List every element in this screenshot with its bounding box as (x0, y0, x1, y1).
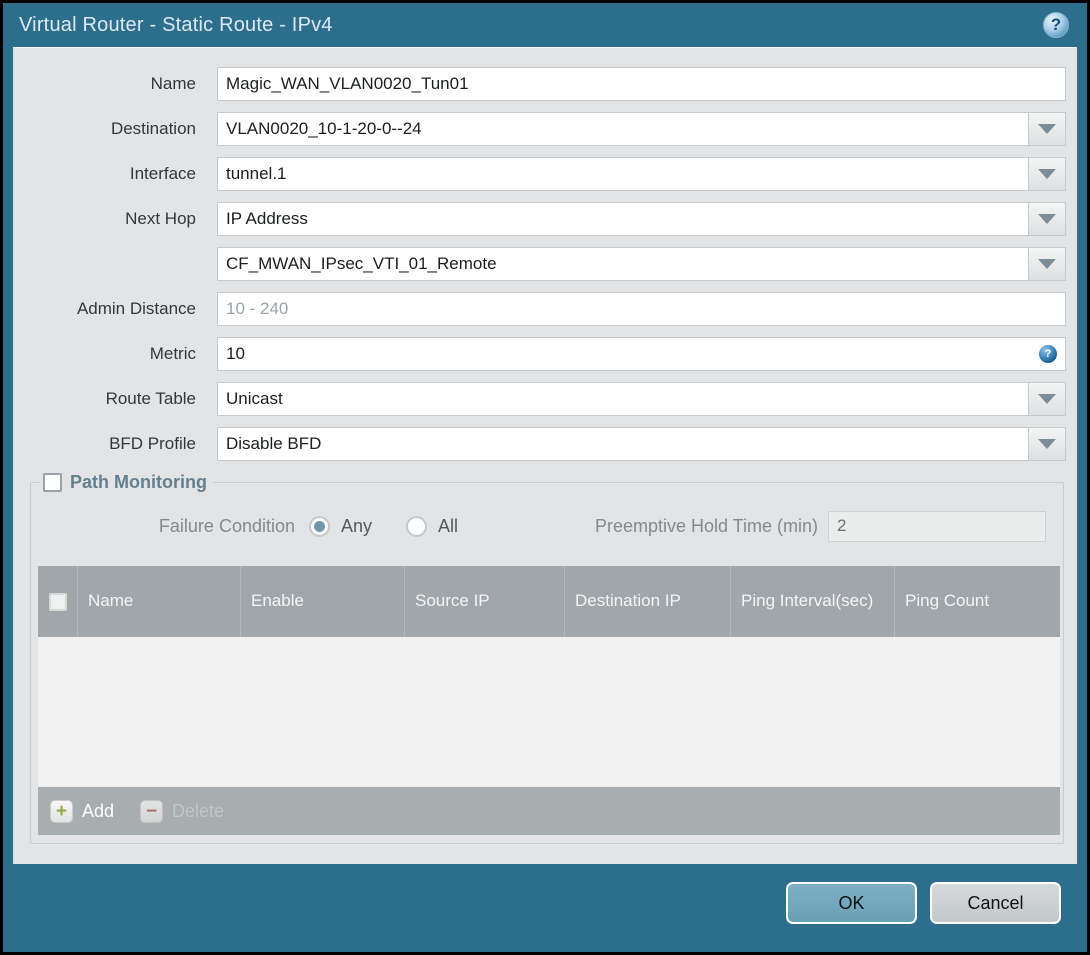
form-row-metric: Metric ? (13, 337, 1066, 371)
column-header-destination-ip: Destination IP (565, 566, 731, 637)
radio-any-label: Any (341, 515, 373, 536)
dialog-content: Name Destination VLAN0020_10-1-20-0--24 … (13, 47, 1077, 864)
chevron-down-icon (1038, 124, 1056, 134)
metric-help-icon: ? (1039, 345, 1057, 363)
next-hop-label: Next Hop (125, 209, 196, 228)
next-hop-address-value: CF_MWAN_IPsec_VTI_01_Remote (218, 248, 1028, 280)
form-row-route-table: Route Table Unicast (13, 382, 1066, 416)
delete-minus-icon: − (140, 799, 164, 823)
next-hop-value: IP Address (218, 203, 1028, 235)
interface-value: tunnel.1 (218, 158, 1028, 190)
name-label: Name (150, 74, 196, 93)
path-monitoring-table: Name Enable Source IP Destination IP Pin… (38, 566, 1060, 835)
route-table-dropdown[interactable]: Unicast (217, 382, 1066, 416)
delete-button[interactable]: − Delete (140, 799, 225, 823)
next-hop-dropdown[interactable]: IP Address (217, 202, 1066, 236)
name-input[interactable] (218, 68, 1065, 100)
select-all-checkbox[interactable] (48, 592, 67, 611)
interface-label: Interface (129, 164, 196, 183)
interface-dropdown-button[interactable] (1028, 158, 1065, 190)
form-row-next-hop: Next Hop IP Address (13, 202, 1066, 236)
metric-label: Metric (149, 344, 196, 363)
column-header-ping-interval: Ping Interval(sec) (731, 566, 895, 637)
failure-condition-row: Failure Condition Any All Preemptive Hol… (34, 509, 1060, 543)
preemptive-hold-label: Preemptive Hold Time (min) (594, 515, 818, 536)
preemptive-hold-input[interactable] (828, 510, 1046, 542)
admin-distance-label: Admin Distance (76, 299, 196, 318)
form-row-admin-distance: Admin Distance (13, 292, 1066, 326)
form-row-destination: Destination VLAN0020_10-1-20-0--24 (13, 112, 1066, 146)
radio-all-icon[interactable] (406, 515, 428, 537)
chevron-down-icon (1038, 169, 1056, 179)
chevron-down-icon (1038, 394, 1056, 404)
chevron-down-icon (1038, 259, 1056, 269)
column-header-name: Name (78, 566, 241, 637)
static-route-dialog: Virtual Router - Static Route - IPv4 ? N… (3, 3, 1087, 952)
bfd-profile-label: BFD Profile (109, 434, 196, 453)
form-row-name: Name (13, 67, 1066, 101)
add-button[interactable]: + Add (50, 799, 115, 823)
next-hop-address-dropdown[interactable]: CF_MWAN_IPsec_VTI_01_Remote (217, 247, 1066, 281)
select-all-header-cell (38, 566, 78, 637)
dialog-title: Virtual Router - Static Route - IPv4 (19, 13, 333, 36)
radio-option-any[interactable]: Any (309, 515, 373, 537)
path-monitoring-section: Path Monitoring Failure Condition Any Al… (30, 472, 1064, 844)
next-hop-dropdown-button[interactable] (1028, 203, 1065, 235)
delete-button-label: Delete (172, 800, 225, 821)
metric-field-wrap: ? (217, 337, 1066, 371)
interface-dropdown[interactable]: tunnel.1 (217, 157, 1066, 191)
ok-button[interactable]: OK (786, 882, 917, 924)
admin-distance-field-wrap (217, 292, 1066, 326)
radio-any-icon[interactable] (309, 515, 330, 537)
chevron-down-icon (1038, 214, 1056, 224)
destination-dropdown[interactable]: VLAN0020_10-1-20-0--24 (217, 112, 1066, 146)
table-header-row: Name Enable Source IP Destination IP Pin… (38, 566, 1060, 637)
dialog-footer: OK Cancel (3, 864, 1087, 952)
help-icon[interactable]: ? (1043, 12, 1069, 38)
admin-distance-input[interactable] (218, 293, 1065, 325)
next-hop-address-dropdown-button[interactable] (1028, 248, 1065, 280)
table-body-empty (38, 637, 1060, 787)
form-row-interface: Interface tunnel.1 (13, 157, 1066, 191)
path-monitoring-checkbox[interactable] (43, 473, 62, 492)
failure-condition-label: Failure Condition (158, 515, 295, 536)
title-bar: Virtual Router - Static Route - IPv4 ? (3, 3, 1087, 47)
column-header-ping-count: Ping Count (905, 591, 990, 611)
add-plus-icon: + (50, 799, 73, 823)
column-header-enable: Enable (241, 566, 405, 637)
radio-all-label: All (438, 515, 459, 536)
preemptive-hold-group: Preemptive Hold Time (min) (594, 510, 1046, 542)
route-table-dropdown-button[interactable] (1028, 383, 1065, 415)
table-footer-bar: + Add − Delete (38, 787, 1060, 835)
form-row-bfd-profile: BFD Profile Disable BFD (13, 427, 1066, 461)
route-table-label: Route Table (105, 389, 196, 408)
name-field-wrap (217, 67, 1066, 101)
failure-condition-radio-group: Any All (309, 515, 492, 537)
radio-option-all[interactable]: All (406, 515, 459, 537)
chevron-down-icon (1038, 439, 1056, 449)
path-monitoring-title: Path Monitoring (70, 472, 207, 492)
bfd-profile-value: Disable BFD (218, 428, 1028, 460)
destination-dropdown-button[interactable] (1028, 113, 1065, 145)
path-monitoring-legend: Path Monitoring (41, 472, 213, 493)
metric-input[interactable] (218, 338, 1039, 370)
cancel-button[interactable]: Cancel (930, 882, 1061, 924)
destination-value: VLAN0020_10-1-20-0--24 (218, 113, 1028, 145)
bfd-profile-dropdown[interactable]: Disable BFD (217, 427, 1066, 461)
bfd-profile-dropdown-button[interactable] (1028, 428, 1065, 460)
destination-label: Destination (110, 119, 196, 138)
column-header-source-ip: Source IP (405, 566, 565, 637)
form-row-next-hop-address: CF_MWAN_IPsec_VTI_01_Remote (13, 247, 1066, 281)
route-table-value: Unicast (218, 383, 1028, 415)
add-button-label: Add (82, 800, 115, 821)
